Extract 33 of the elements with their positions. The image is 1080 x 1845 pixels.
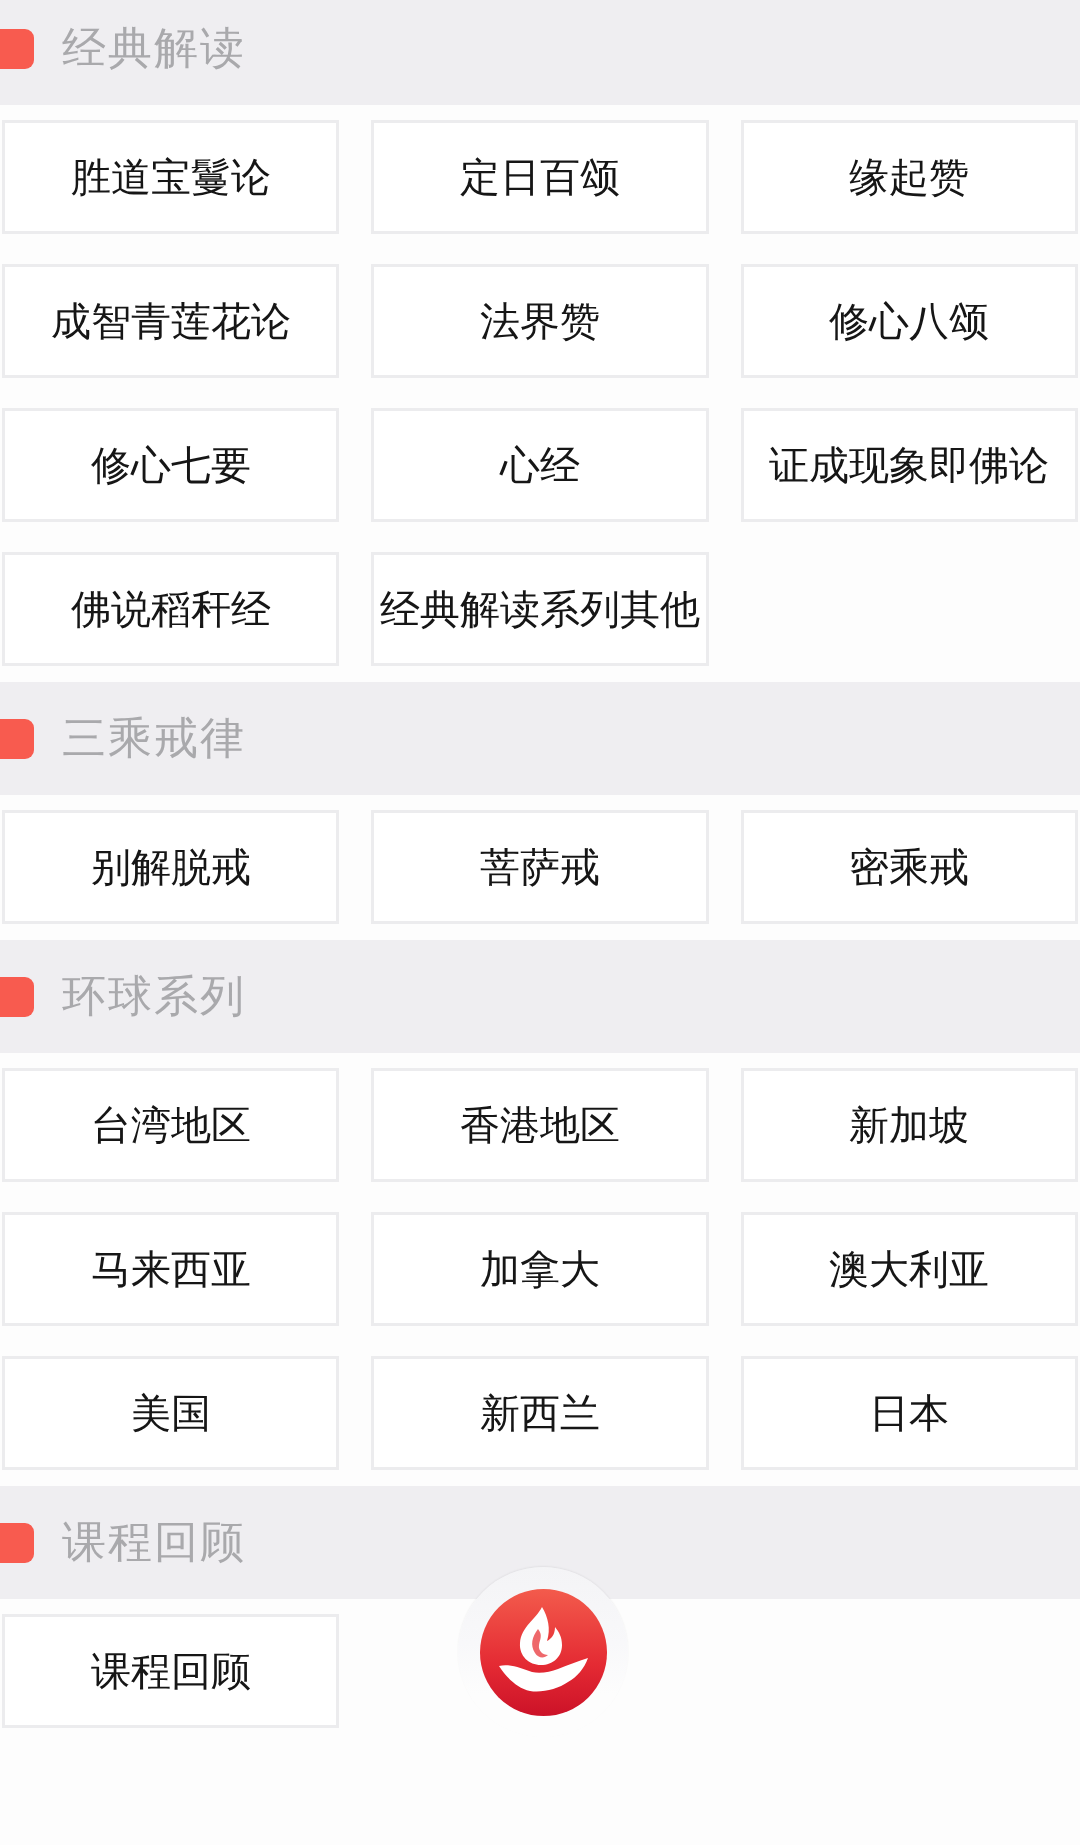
category-button[interactable]: 新西兰 (371, 1356, 709, 1470)
section-title: 经典解读 (62, 21, 246, 75)
category-button[interactable]: 经典解读系列其他 (371, 552, 709, 666)
section-marker-icon (0, 976, 34, 1017)
flame-hand-icon (479, 1588, 607, 1716)
category-button[interactable]: 加拿大 (371, 1212, 709, 1326)
category-button[interactable]: 心经 (371, 408, 709, 522)
category-button[interactable]: 日本 (740, 1356, 1078, 1470)
category-button[interactable]: 缘起赞 (740, 120, 1078, 234)
section-title: 课程回顾 (62, 1515, 246, 1569)
category-button[interactable]: 菩萨戒 (371, 810, 709, 924)
category-button[interactable]: 密乘戒 (740, 810, 1078, 924)
category-button[interactable]: 澳大利亚 (740, 1212, 1078, 1326)
category-button[interactable]: 新加坡 (740, 1068, 1078, 1182)
category-button[interactable]: 成智青莲花论 (2, 264, 340, 378)
category-button[interactable]: 修心七要 (2, 408, 340, 522)
category-button[interactable]: 课程回顾 (2, 1614, 340, 1728)
section-title: 环球系列 (62, 969, 246, 1023)
section-marker-icon (0, 28, 34, 69)
category-button[interactable]: 修心八颂 (740, 264, 1078, 378)
category-button[interactable]: 美国 (2, 1356, 340, 1470)
section-title: 三乘戒律 (62, 711, 246, 765)
category-button[interactable]: 佛说稻秆经 (2, 552, 340, 666)
category-button[interactable]: 胜道宝鬘论 (2, 120, 340, 234)
category-button[interactable]: 香港地区 (371, 1068, 709, 1182)
category-button[interactable]: 定日百颂 (371, 120, 709, 234)
category-button[interactable]: 证成现象即佛论 (740, 408, 1078, 522)
section-marker-icon (0, 718, 34, 759)
category-button[interactable]: 别解脱戒 (2, 810, 340, 924)
category-button[interactable]: 马来西亚 (2, 1212, 340, 1326)
category-button[interactable]: 法界赞 (371, 264, 709, 378)
category-button[interactable]: 台湾地区 (2, 1068, 340, 1182)
section-marker-icon (0, 1522, 34, 1563)
